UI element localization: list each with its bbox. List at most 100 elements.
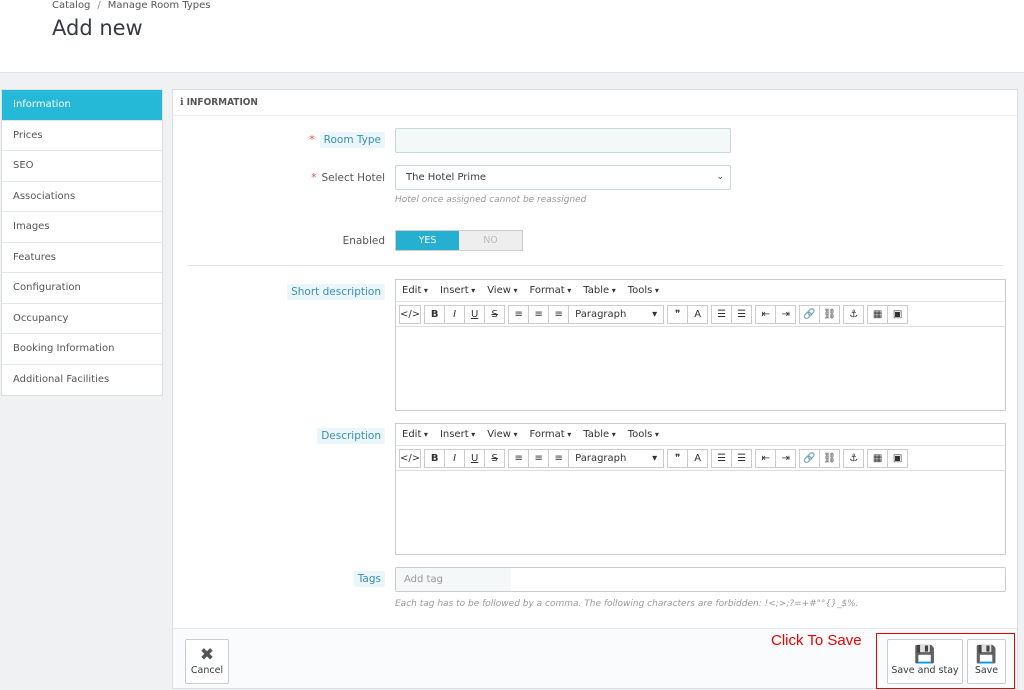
breadcrumb-manage-room-types[interactable]: Manage Room Types — [108, 0, 211, 11]
outdent-icon[interactable]: ⇤ — [755, 448, 777, 468]
align-right-icon[interactable]: ≡ — [548, 304, 570, 324]
indent-icon[interactable]: ⇥ — [775, 448, 797, 468]
numbered-list-icon[interactable]: ☰ — [731, 304, 753, 324]
blockquote-icon[interactable]: ❞ — [667, 448, 689, 468]
bullet-list-icon[interactable]: ☰ — [711, 448, 733, 468]
enabled-toggle[interactable]: YES NO — [395, 230, 523, 251]
breadcrumb-catalog[interactable]: Catalog — [52, 0, 90, 11]
format-select[interactable]: Paragraph ▾ — [568, 448, 665, 468]
align-left-icon[interactable]: ≡ — [508, 448, 530, 468]
underline-icon[interactable]: U — [464, 304, 486, 324]
underline-icon[interactable]: U — [464, 448, 486, 468]
link-icon[interactable]: 🔗 — [799, 448, 821, 468]
information-panel: ℹ INFORMATION * Room Type * Select Hotel T… — [172, 89, 1018, 689]
media-icon[interactable]: ▦ — [867, 304, 889, 324]
menu-table[interactable]: Table — [583, 429, 615, 440]
tags-help-text: Each tag has to be followed by a comma. … — [395, 599, 859, 609]
text-color-icon[interactable]: A — [687, 448, 709, 468]
outdent-icon[interactable]: ⇤ — [755, 304, 777, 324]
numbered-list-icon[interactable]: ☰ — [731, 448, 753, 468]
image-icon[interactable]: ▣ — [887, 448, 909, 468]
anchor-icon[interactable]: ⚓ — [843, 304, 865, 324]
align-left-icon[interactable]: ≡ — [508, 304, 530, 324]
page-title: Add new — [52, 16, 143, 40]
breadcrumb: Catalog / Manage Room Types — [52, 0, 211, 11]
sidebar-item-features[interactable]: Features — [2, 243, 162, 273]
menu-tools[interactable]: Tools — [628, 285, 659, 296]
sidebar-item-images[interactable]: Images — [2, 212, 162, 243]
indent-icon[interactable]: ⇥ — [775, 304, 797, 324]
hotel-help-text: Hotel once assigned cannot be reassigned — [395, 195, 587, 205]
menu-view[interactable]: View — [487, 285, 517, 296]
sidebar-item-occupancy[interactable]: Occupancy — [2, 304, 162, 334]
short-description-editor[interactable]: EditInsertViewFormatTableTools</>BIUS≡≡≡… — [395, 279, 1006, 411]
page-header: Catalog / Manage Room Types Add new — [0, 0, 1024, 73]
editor-menubar: Edit Insert View Format Table Tools — [396, 424, 1005, 446]
image-icon[interactable]: ▣ — [887, 304, 909, 324]
chevron-down-icon: ▾ — [652, 452, 658, 464]
bold-icon[interactable]: B — [424, 304, 446, 324]
close-icon: ✖ — [199, 645, 215, 665]
link-icon[interactable]: 🔗 — [799, 304, 821, 324]
unlink-icon[interactable]: ⛓ — [819, 448, 841, 468]
tags-placeholder: Add tag — [396, 568, 511, 591]
annotation-highlight-box — [876, 633, 1015, 689]
source-code-icon[interactable]: </> — [399, 304, 422, 324]
enabled-label: Enabled — [342, 235, 385, 247]
menu-edit[interactable]: Edit — [402, 285, 428, 296]
strikethrough-icon[interactable]: S — [484, 304, 506, 324]
text-color-icon[interactable]: A — [687, 304, 709, 324]
sidebar-item-prices[interactable]: Prices — [2, 121, 162, 151]
menu-view[interactable]: View — [487, 429, 517, 440]
sidebar-item-configuration[interactable]: Configuration — [2, 273, 162, 304]
room-type-label: * Room Type — [309, 132, 385, 148]
panel-title: INFORMATION — [186, 97, 258, 108]
menu-format[interactable]: Format — [529, 429, 571, 440]
divider — [187, 265, 1003, 266]
menu-edit[interactable]: Edit — [402, 429, 428, 440]
sidebar-item-associations[interactable]: Associations — [2, 182, 162, 212]
align-right-icon[interactable]: ≡ — [548, 448, 570, 468]
align-center-icon[interactable]: ≡ — [528, 448, 550, 468]
select-hotel-label: * Select Hotel — [311, 172, 385, 184]
menu-format[interactable]: Format — [529, 285, 571, 296]
description-label: Description — [317, 428, 385, 444]
room-type-input[interactable] — [395, 128, 731, 153]
editor-menubar: Edit Insert View Format Table Tools — [396, 280, 1005, 302]
chevron-down-icon: ⌄ — [716, 172, 724, 182]
menu-insert[interactable]: Insert — [440, 285, 475, 296]
sidebar-item-additional-facilities[interactable]: Additional Facilities — [2, 365, 162, 396]
menu-insert[interactable]: Insert — [440, 429, 475, 440]
strikethrough-icon[interactable]: S — [484, 448, 506, 468]
cancel-button[interactable]: ✖ Cancel — [185, 639, 229, 684]
editor-toolbar: </> B I U S ≡ ≡ ≡ Paragraph ▾ ❞ A ☰ ☰ ⇤ ⇥ 🔗 ⛓ ⚓ ▦ ▣ — [396, 446, 1005, 471]
enabled-yes[interactable]: YES — [396, 231, 459, 250]
sidebar-item-seo[interactable]: SEO — [2, 151, 162, 182]
chevron-down-icon: ▾ — [652, 308, 658, 320]
bold-icon[interactable]: B — [424, 448, 446, 468]
anchor-icon[interactable]: ⚓ — [843, 448, 865, 468]
short-description-label: Short description — [287, 284, 385, 300]
tags-label: Tags — [353, 571, 385, 587]
click-to-save-annotation: Click To Save — [771, 632, 862, 649]
align-center-icon[interactable]: ≡ — [528, 304, 550, 324]
media-icon[interactable]: ▦ — [867, 448, 889, 468]
blockquote-icon[interactable]: ❞ — [667, 304, 689, 324]
bullet-list-icon[interactable]: ☰ — [711, 304, 733, 324]
italic-icon[interactable]: I — [444, 448, 466, 468]
hotel-select[interactable]: The Hotel Prime ⌄ — [395, 165, 731, 190]
tags-input[interactable]: Add tag — [395, 567, 1006, 592]
sidebar: Information Prices SEO Associations Imag… — [1, 89, 163, 396]
menu-tools[interactable]: Tools — [628, 429, 659, 440]
description-editor[interactable]: EditInsertViewFormatTableTools</>BIUS≡≡≡… — [395, 423, 1006, 555]
unlink-icon[interactable]: ⛓ — [819, 304, 841, 324]
source-code-icon[interactable]: </> — [399, 448, 422, 468]
sidebar-item-booking-information[interactable]: Booking Information — [2, 334, 162, 365]
format-select[interactable]: Paragraph ▾ — [568, 304, 665, 324]
enabled-no[interactable]: NO — [459, 231, 522, 250]
panel-heading: ℹ INFORMATION — [173, 90, 1017, 116]
editor-toolbar: </> B I U S ≡ ≡ ≡ Paragraph ▾ ❞ A ☰ ☰ ⇤ ⇥ 🔗 ⛓ ⚓ ▦ ▣ — [396, 302, 1005, 327]
menu-table[interactable]: Table — [583, 285, 615, 296]
italic-icon[interactable]: I — [444, 304, 466, 324]
sidebar-item-information[interactable]: Information — [2, 90, 162, 121]
